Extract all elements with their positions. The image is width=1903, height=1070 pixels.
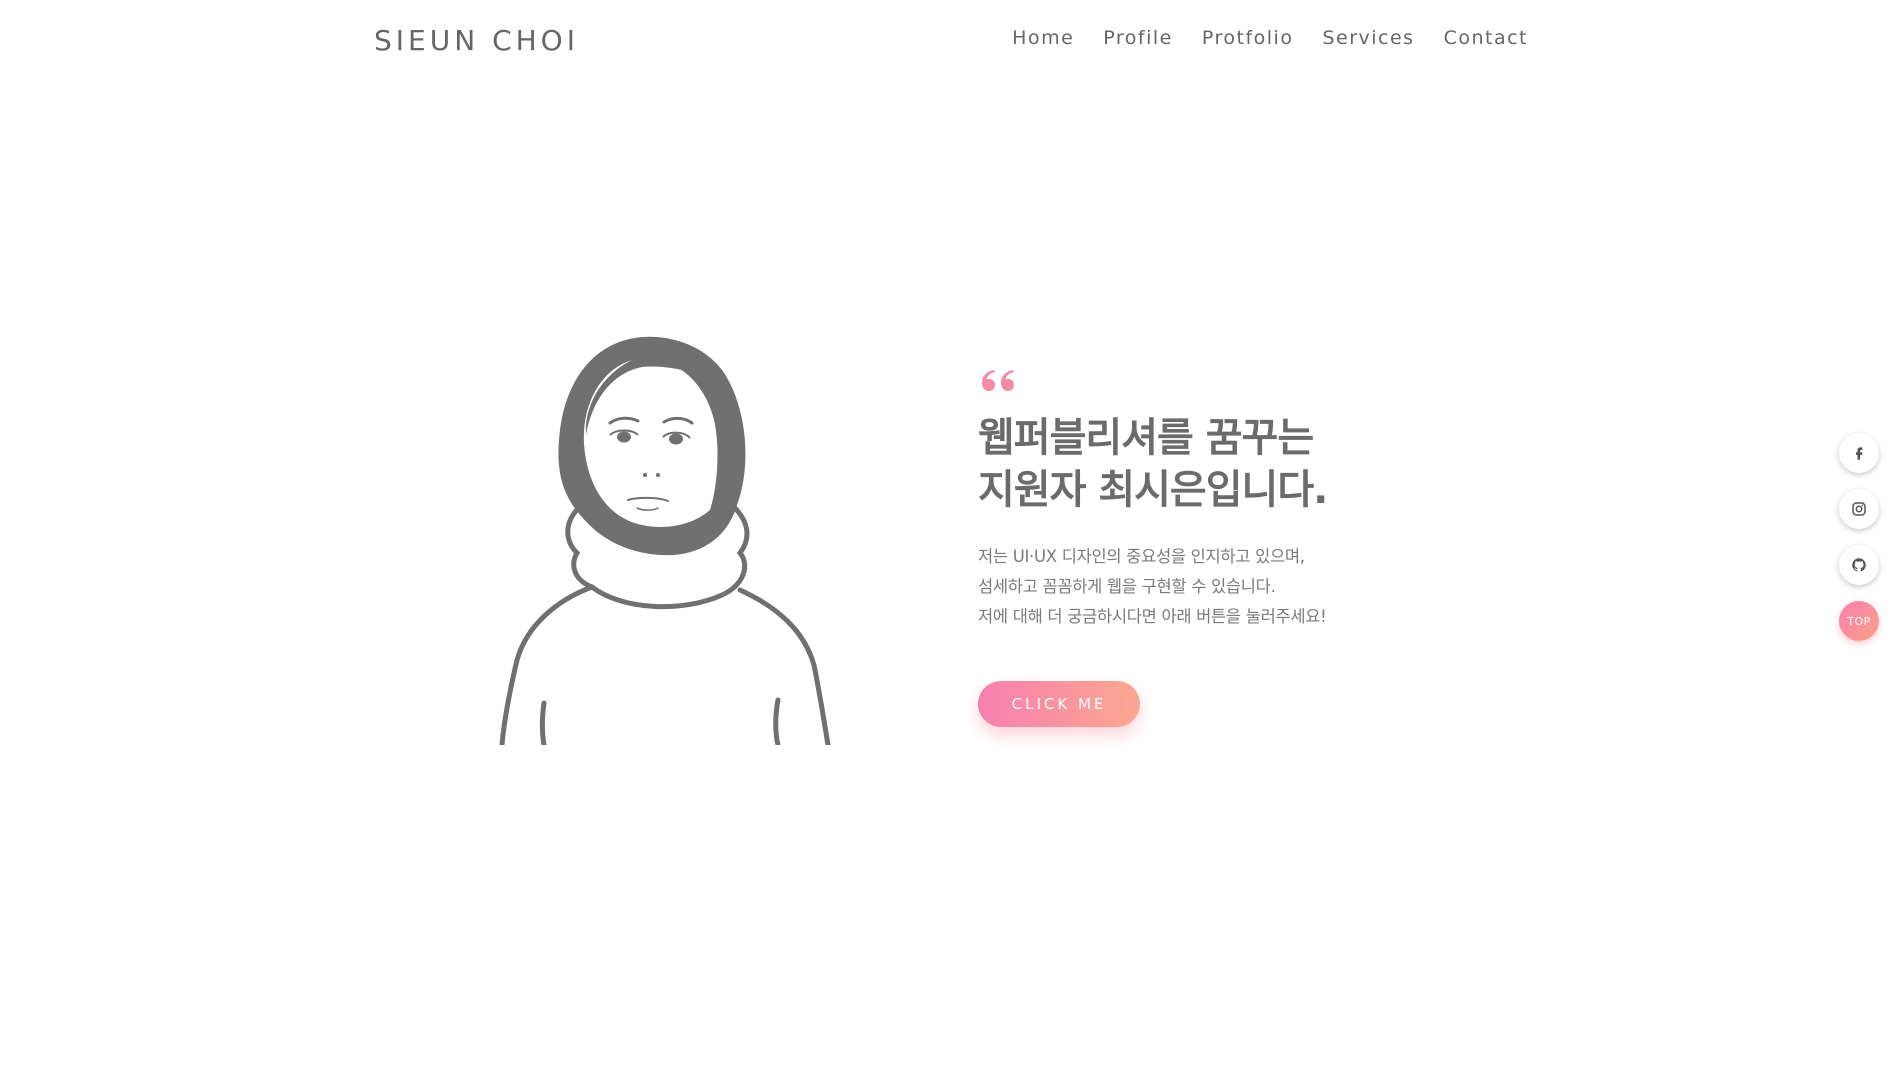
quote-open-icon — [982, 370, 1014, 391]
instagram-button[interactable] — [1839, 489, 1879, 529]
headline-line-1: 웹퍼블리셔를 꿈꾸는 — [978, 415, 1314, 461]
desc-line-1: 저는 UI·UX 디자인의 중요성을 인지하고 있으며, — [978, 547, 1305, 566]
headline-line-2: 지원자 최시은입니다. — [978, 467, 1328, 513]
click-me-button[interactable]: CLICK ME — [978, 680, 1140, 727]
hero-text: 웹퍼블리셔를 꿈꾸는 지원자 최시은입니다. 저는 UI·UX 디자인의 중요성… — [978, 364, 1498, 727]
instagram-icon — [1852, 502, 1866, 516]
desc-line-2: 섬세하고 꼼꼼하게 웹을 구현할 수 있습니다. — [978, 577, 1276, 596]
main-nav: Home Profile Protfolio Services Contact — [1012, 27, 1528, 49]
hero-description: 저는 UI·UX 디자인의 중요성을 인지하고 있으며, 섬세하고 꼼꼼하게 웹… — [978, 542, 1498, 632]
hero-headline: 웹퍼블리셔를 꿈꾸는 지원자 최시은입니다. — [978, 412, 1498, 516]
github-icon — [1852, 558, 1866, 572]
nav-portfolio[interactable]: Protfolio — [1202, 27, 1294, 49]
portrait-illustration — [499, 336, 831, 745]
nav-contact[interactable]: Contact — [1444, 27, 1528, 49]
facebook-button[interactable] — [1839, 433, 1879, 473]
page: SIEUN CHOI Home Profile Protfolio Servic… — [0, 0, 1903, 1070]
nav-profile[interactable]: Profile — [1103, 27, 1173, 49]
github-button[interactable] — [1839, 545, 1879, 585]
facebook-icon — [1856, 447, 1863, 460]
nav-home[interactable]: Home — [1012, 27, 1074, 49]
floating-side-buttons: TOP — [1839, 433, 1879, 641]
desc-line-3: 저에 대해 더 궁금하시다면 아래 버튼을 눌러주세요! — [978, 607, 1327, 626]
scroll-top-button[interactable]: TOP — [1839, 601, 1879, 641]
nav-services[interactable]: Services — [1322, 27, 1414, 49]
site-header: SIEUN CHOI Home Profile Protfolio Servic… — [0, 0, 1903, 82]
site-logo[interactable]: SIEUN CHOI — [374, 24, 579, 57]
